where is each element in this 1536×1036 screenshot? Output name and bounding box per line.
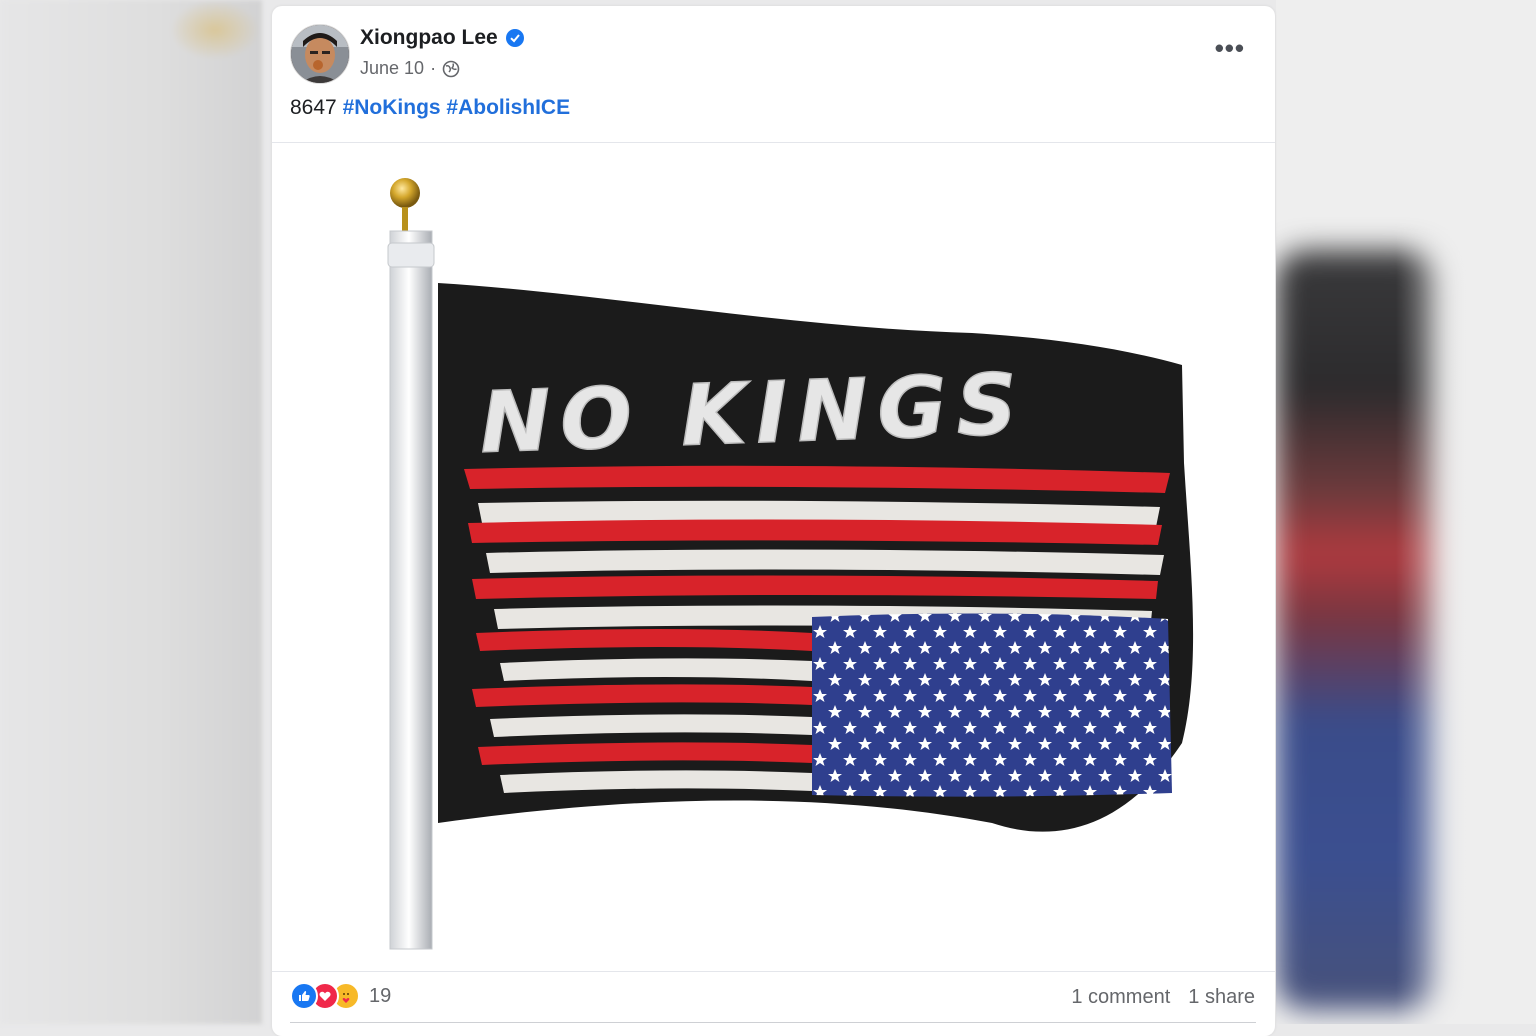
avatar-photo [291,25,349,83]
verified-badge-icon [505,29,524,47]
flag-image: NO KINGS [387,178,1194,950]
blurred-background-left [0,0,262,1024]
avatar[interactable] [290,24,350,84]
author-name[interactable]: Xiongpao Lee [360,26,498,50]
comments-link[interactable]: 1 comment [1071,986,1170,1009]
more-options-icon[interactable]: ••• [1215,35,1245,61]
reaction-count: 19 [369,984,392,1007]
flag-pole [387,178,435,950]
blur-fade [1396,230,1536,1024]
reactions-summary[interactable]: 19 [290,982,391,1010]
post-meta: June 10 · [360,58,460,79]
meta-separator: · [430,58,437,78]
author-name-row: Xiongpao Lee [360,26,524,50]
like-icon [290,982,318,1010]
facebook-post-card: Xiongpao Lee June 10 · ••• 8647 #NoKings… [272,6,1275,1036]
flag-canton [812,613,1172,797]
flag-text: NO KINGS [478,355,1028,472]
hashtag-nokings[interactable]: #NoKings [343,96,441,119]
post-image[interactable]: NO KINGS [272,142,1275,972]
post-text: 8647 #NoKings #AbolishICE [290,96,570,120]
pole-finial [390,178,420,208]
post-date[interactable]: June 10 [360,58,424,79]
hashtag-abolishice[interactable]: #AbolishICE [446,96,570,119]
post-text-prefix: 8647 [290,96,337,119]
shares-link[interactable]: 1 share [1188,986,1255,1009]
globe-icon [442,60,460,78]
post-stats: 1 comment 1 share [1071,986,1255,1009]
footer-divider [290,1022,1256,1023]
blurred-background-right [1276,0,1536,1024]
post-footer: 19 1 comment 1 share [272,972,1275,1022]
